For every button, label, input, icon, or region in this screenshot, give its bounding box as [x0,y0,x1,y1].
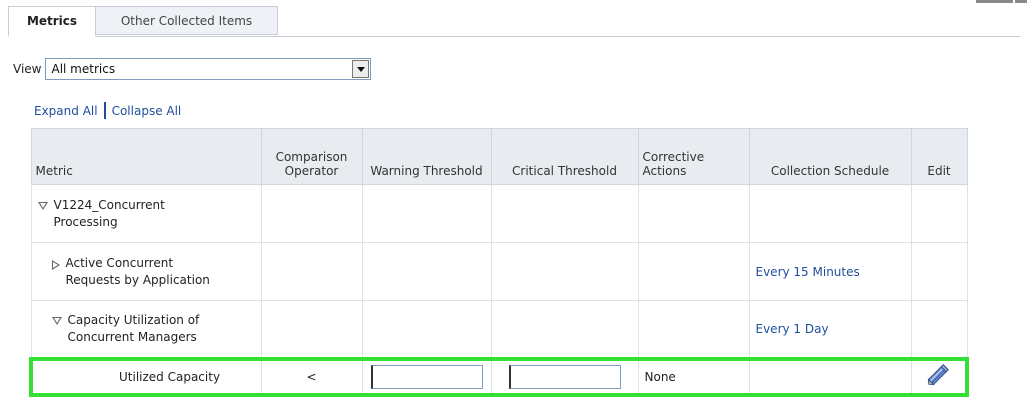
metric-cell: Utilized Capacity [29,356,262,397]
column-header-critical-threshold[interactable]: Critical Threshold [490,128,639,185]
edit-cell [910,300,968,359]
tab-metrics[interactable]: Metrics [8,6,96,37]
triangle-down-icon[interactable] [51,316,62,325]
chevron-down-icon[interactable] [352,60,370,78]
critical-cell [490,184,639,243]
warning-cell [361,184,492,243]
metric-cell: V1224_Concurrent Processing [30,184,262,243]
view-select[interactable]: All metrics [45,58,372,80]
edit-cell [910,356,969,397]
schedule-cell: Every 15 Minutes [748,242,912,301]
critical-threshold-input[interactable] [508,364,621,389]
header-label: Actions [642,164,687,178]
column-header-corrective-actions[interactable]: Corrective Actions [637,128,750,185]
edit-cell [910,242,968,301]
critical-cell [490,242,639,301]
table-row: V1224_Concurrent Processing [30,184,968,243]
operator-cell [260,300,363,359]
metric-name: Active Concurrent [65,255,174,270]
triangle-down-icon[interactable] [37,201,48,210]
link-separator [103,102,106,119]
corrective-actions-value: None [644,369,676,384]
corner-button-2[interactable] [1015,0,1027,3]
expand-all-link[interactable]: Expand All [34,104,98,118]
header-label: Corrective [642,150,705,164]
schedule-cell [748,184,912,243]
metric-name: Requests by Application [65,272,210,287]
triangle-right-icon[interactable] [51,259,60,270]
metric-name: Utilized Capacity [119,369,221,384]
metrics-table: Metric Comparison Operator Warning Thresh… [29,128,969,397]
corner-button-1[interactable] [976,0,1013,3]
corrective-cell [637,184,750,243]
collapse-all-link[interactable]: Collapse All [112,104,182,118]
schedule-cell [748,356,912,397]
column-header-collection-schedule[interactable]: Collection Schedule [748,128,912,185]
operator-cell [260,184,363,243]
view-label: View [13,62,42,76]
table-row: Capacity Utilization of Concurrent Manage… [30,300,968,359]
schedule-cell: Every 1 Day [748,300,912,359]
warning-cell [361,356,492,397]
corrective-cell: None [637,356,750,397]
schedule-link[interactable]: Every 1 Day [756,322,829,336]
header-label: Operator [284,164,339,178]
warning-cell [361,242,492,301]
warning-threshold-input[interactable] [370,364,483,389]
view-filter: View All metrics [13,57,372,81]
column-header-edit[interactable]: Edit [910,128,968,185]
metric-name: Capacity Utilization of [67,312,200,327]
table-header-row: Metric Comparison Operator Warning Thresh… [30,128,968,185]
column-header-warning-threshold[interactable]: Warning Threshold [361,128,492,185]
operator-cell [260,242,363,301]
view-select-value: All metrics [51,62,116,76]
table-row-selected[interactable]: Utilized Capacity < None [29,356,969,397]
warning-cell [361,300,492,359]
header-label: Comparison [275,150,348,164]
metric-name: V1224_Concurrent [53,197,165,212]
column-header-metric[interactable]: Metric [30,128,262,185]
critical-cell [490,356,639,397]
corrective-cell [637,300,750,359]
pencil-icon[interactable] [925,362,951,391]
metric-cell: Capacity Utilization of Concurrent Manage… [30,300,262,359]
metric-cell: Active Concurrent Requests by Application [30,242,262,301]
tab-other-collected-items[interactable]: Other Collected Items [96,6,278,35]
schedule-link[interactable]: Every 15 Minutes [756,265,860,279]
edit-cell [910,184,968,243]
column-header-comparison-operator[interactable]: Comparison Operator [260,128,363,185]
table-row: Active Concurrent Requests by Application… [30,242,968,301]
comparison-operator: < [306,369,317,384]
metric-name: Concurrent Managers [67,329,197,344]
expand-collapse-links: Expand All Collapse All [34,102,181,119]
tab-bar: Metrics Other Collected Items [8,6,1020,37]
critical-cell [490,300,639,359]
operator-cell: < [260,356,363,397]
corrective-cell [637,242,750,301]
metric-name: Processing [53,214,118,229]
